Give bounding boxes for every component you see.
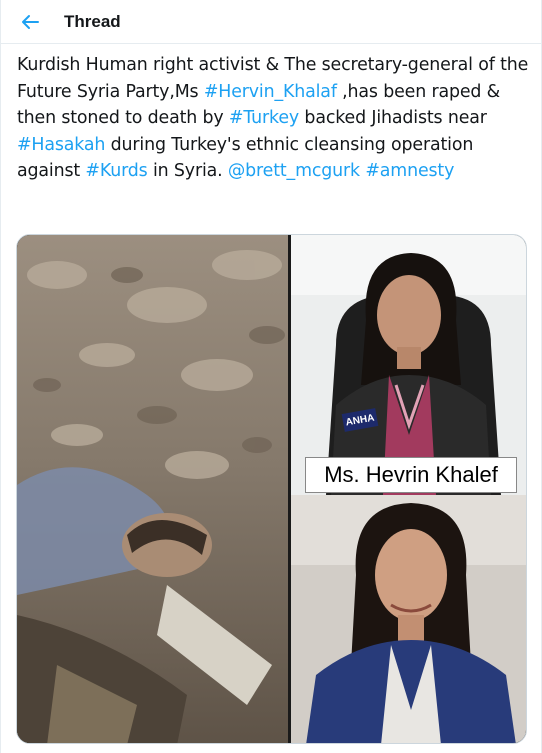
hashtag-link-amnesty[interactable]: #amnesty <box>365 161 454 181</box>
portrait-photo-bottom <box>291 495 526 743</box>
hashtag-link-hervin-khalaf[interactable]: #Hervin_Khalaf <box>204 82 337 102</box>
tweet-media[interactable]: ANHA Ms. Hevrin Khalef <box>16 234 527 744</box>
mention-link-brett-mcgurk[interactable]: @brett_mcgurk <box>228 161 360 181</box>
hashtag-link-kurds[interactable]: #Kurds <box>85 161 147 181</box>
page-title: Thread <box>64 11 121 31</box>
back-button[interactable] <box>20 12 40 32</box>
photo-caption: Ms. Hevrin Khalef <box>305 457 517 493</box>
arrow-left-icon <box>22 14 39 29</box>
rubble-photo <box>17 235 289 743</box>
hashtag-link-hasakah[interactable]: #Hasakah <box>17 135 105 155</box>
tweet-text-segment: backed Jihadists near <box>299 108 487 128</box>
portrait-photo-top: ANHA Ms. Hevrin Khalef <box>291 235 526 495</box>
thread-view: Thread Kurdish Human right activist & Th… <box>0 0 542 753</box>
portrait-photo <box>291 495 526 743</box>
tweet-text-segment: in Syria. <box>147 161 228 181</box>
thread-header: Thread <box>1 0 541 44</box>
hashtag-link-turkey[interactable]: #Turkey <box>229 108 299 128</box>
media-photo-right[interactable]: ANHA Ms. Hevrin Khalef <box>291 235 526 743</box>
interview-photo <box>291 235 526 495</box>
tweet-text: Kurdish Human right activist & The secre… <box>17 52 533 185</box>
media-photo-left[interactable] <box>17 235 289 743</box>
